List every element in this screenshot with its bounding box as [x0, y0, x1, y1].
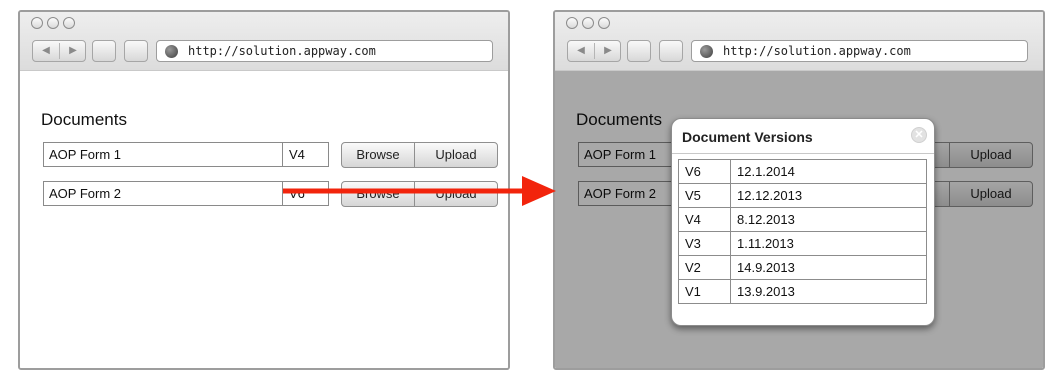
- arrow-head-icon: [522, 176, 556, 206]
- transition-arrow: [283, 176, 556, 206]
